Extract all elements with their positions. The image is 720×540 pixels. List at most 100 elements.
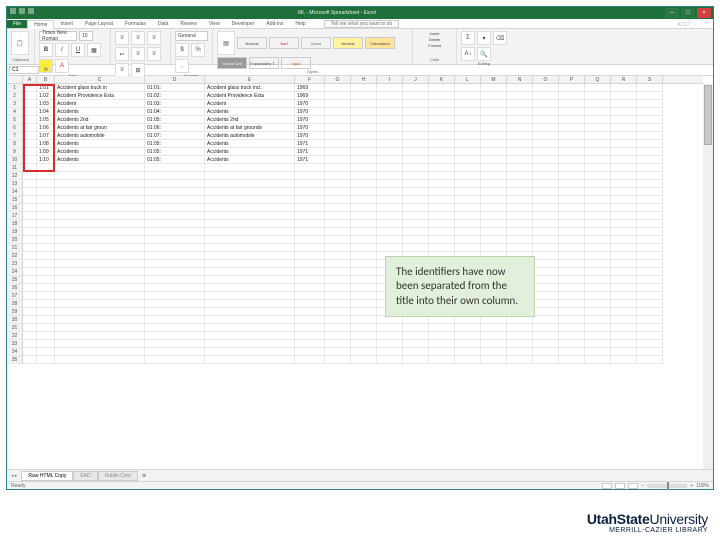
row-header[interactable]: 30 [7,316,22,324]
cell[interactable]: 1:06 [37,124,55,132]
cell[interactable] [325,204,351,212]
cell[interactable] [559,332,585,340]
cell[interactable]: Accident Providence Esta [55,92,145,100]
cell[interactable] [481,132,507,140]
cell[interactable] [403,316,429,324]
cell[interactable] [205,172,295,180]
cell[interactable] [507,100,533,108]
cell[interactable] [325,116,351,124]
cell[interactable] [559,164,585,172]
cell[interactable] [55,300,145,308]
select-all-corner[interactable] [7,76,23,84]
cell[interactable] [23,260,37,268]
row-header[interactable]: 24 [7,268,22,276]
cell[interactable] [145,292,205,300]
cell[interactable] [507,212,533,220]
cell[interactable] [205,348,295,356]
cell[interactable] [325,180,351,188]
row-header[interactable]: 16 [7,204,22,212]
cell[interactable] [23,212,37,220]
cell[interactable] [205,244,295,252]
cell[interactable]: Accident glass truck in [55,84,145,92]
cell[interactable]: 1:04 [37,108,55,116]
cell[interactable] [611,100,637,108]
cell[interactable] [637,204,663,212]
cell[interactable] [507,124,533,132]
cell[interactable] [481,196,507,204]
cell[interactable] [585,332,611,340]
col-header[interactable]: J [403,76,429,83]
cell[interactable] [351,188,377,196]
cell[interactable] [455,172,481,180]
cell[interactable] [351,244,377,252]
cell[interactable] [23,316,37,324]
cell[interactable] [403,84,429,92]
cell[interactable] [295,308,325,316]
cell[interactable] [507,156,533,164]
cell[interactable] [533,276,559,284]
cell[interactable] [325,84,351,92]
cell[interactable] [559,340,585,348]
cell[interactable] [37,268,55,276]
cell[interactable] [533,132,559,140]
currency-icon[interactable]: $ [175,43,189,57]
conditional-formatting-button[interactable]: ▤ [217,31,235,55]
align-right-icon[interactable]: ≡ [115,63,129,77]
cell[interactable]: 01:05: [145,148,205,156]
cell[interactable] [455,204,481,212]
cell[interactable] [533,156,559,164]
cell[interactable] [611,316,637,324]
cell[interactable] [559,348,585,356]
cell[interactable] [205,212,295,220]
cell[interactable] [585,284,611,292]
row-header[interactable]: 18 [7,220,22,228]
cell[interactable] [559,180,585,188]
row-header[interactable]: 19 [7,228,22,236]
bold-button[interactable]: B [39,43,53,57]
cell[interactable]: Accidents automobile [205,132,295,140]
cell[interactable] [507,348,533,356]
cell[interactable] [585,356,611,364]
cell[interactable] [611,228,637,236]
cell[interactable] [23,116,37,124]
row-headers[interactable]: 1234567891011121314151617181920212223242… [7,84,23,364]
cell[interactable] [145,172,205,180]
cell[interactable]: 1:05 [37,116,55,124]
cell[interactable] [429,244,455,252]
cell[interactable] [611,196,637,204]
cell[interactable] [481,188,507,196]
cell[interactable] [533,292,559,300]
cell[interactable] [23,348,37,356]
cell[interactable] [295,220,325,228]
cell[interactable] [559,188,585,196]
cell[interactable] [611,356,637,364]
cell[interactable] [377,212,403,220]
cell[interactable] [533,108,559,116]
cell[interactable] [455,324,481,332]
cell[interactable] [37,356,55,364]
cell[interactable] [351,284,377,292]
cell[interactable] [611,92,637,100]
cell[interactable] [481,228,507,236]
cell[interactable] [145,348,205,356]
cell[interactable] [533,188,559,196]
cell[interactable] [585,300,611,308]
cell[interactable] [559,268,585,276]
cell[interactable] [145,196,205,204]
cell[interactable] [481,148,507,156]
cell[interactable] [55,308,145,316]
cell[interactable] [585,116,611,124]
cell[interactable] [403,140,429,148]
cell[interactable] [23,332,37,340]
cell[interactable] [455,180,481,188]
cell[interactable] [37,300,55,308]
cell[interactable] [295,164,325,172]
cell[interactable] [55,212,145,220]
cell[interactable] [611,300,637,308]
cell[interactable] [55,236,145,244]
cell[interactable] [145,236,205,244]
cell[interactable] [585,348,611,356]
cell[interactable] [637,132,663,140]
cell[interactable] [403,124,429,132]
cell[interactable] [23,84,37,92]
